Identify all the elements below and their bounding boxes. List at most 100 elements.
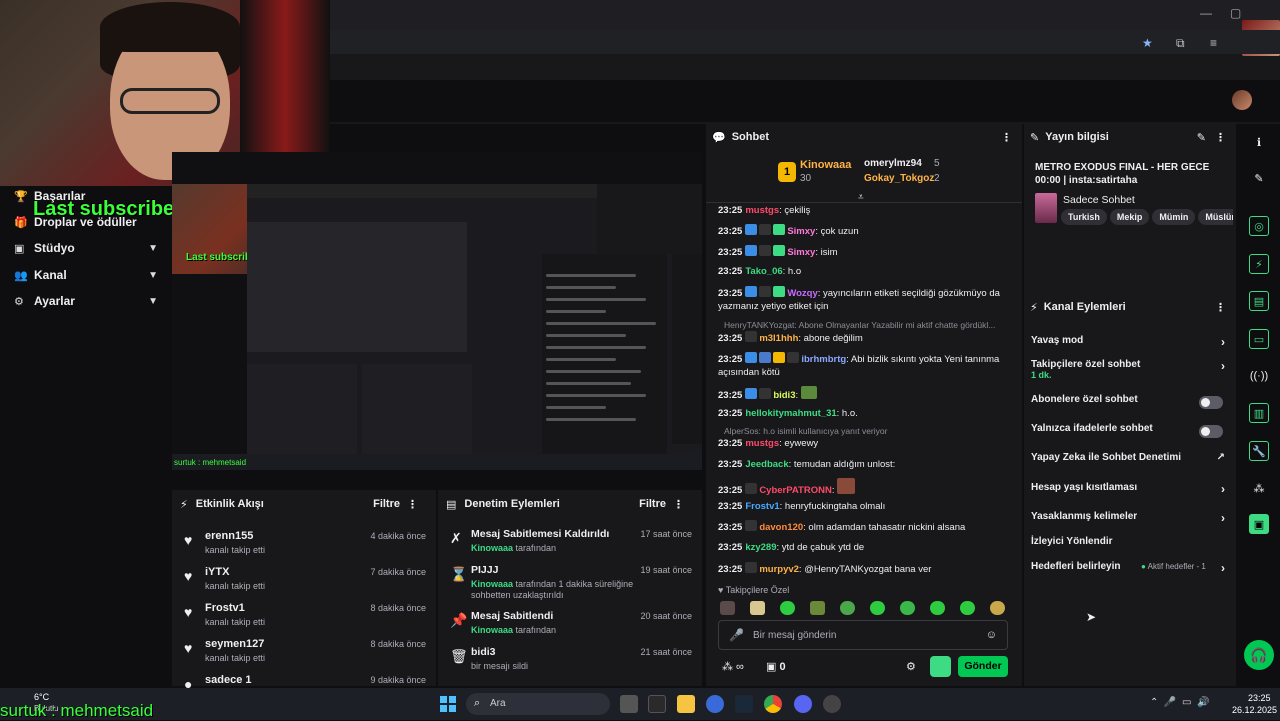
emote[interactable] bbox=[930, 601, 945, 615]
app-icon[interactable] bbox=[823, 695, 841, 713]
sidebar-item-studio[interactable]: ▣ Stüdyo ▼ bbox=[0, 236, 172, 260]
chat-message[interactable]: 23:25 kzy289: ytd de çabuk ytd de bbox=[718, 541, 1010, 554]
bot-icon[interactable] bbox=[930, 656, 951, 677]
extensions-icon[interactable]: ⧉ bbox=[1176, 36, 1185, 51]
chat-message[interactable]: 23:25 murpyv2: @HenryTANKyozgat bana ver bbox=[718, 562, 1010, 576]
extension-icon[interactable]: ▣ bbox=[1249, 514, 1269, 534]
tag[interactable]: Mekip bbox=[1109, 209, 1150, 225]
star-icon[interactable]: ★ bbox=[1142, 36, 1153, 50]
tag[interactable]: Mümin bbox=[1152, 209, 1196, 225]
gear-icon[interactable]: ⚙ bbox=[906, 660, 916, 673]
tag[interactable]: Turkish bbox=[1061, 209, 1107, 225]
chat-message[interactable]: 23:25 Frostv1: henryfuckingtaha olmalı bbox=[718, 500, 1010, 513]
chrome-icon[interactable] bbox=[764, 695, 782, 713]
chat-message[interactable]: 23:25 Simxy: isim bbox=[718, 245, 1010, 259]
leaderboard-first[interactable]: Kinowaaa bbox=[800, 159, 851, 171]
list-item[interactable]: ✗ Mesaj Sabitlemesi Kaldırıldı Kinowaaa ta… bbox=[438, 526, 702, 566]
chat-message[interactable]: 23:25 Wozqy: yayıncıların etiketi seçildi… bbox=[718, 286, 1010, 313]
chat-message[interactable]: 23:25 CyberPATRONN: bbox=[718, 478, 1010, 497]
emoji-icon[interactable]: ☺ bbox=[986, 629, 997, 641]
emote[interactable] bbox=[840, 601, 855, 615]
tray-icons[interactable]: ⌃ 🎤 ▭ 🔊 bbox=[1150, 697, 1209, 708]
list-item[interactable]: ♥ seymen127 kanalı takip etti 8 dakika önce bbox=[172, 634, 436, 670]
emote[interactable] bbox=[870, 601, 885, 615]
emote[interactable] bbox=[720, 601, 735, 615]
tag[interactable]: Müslüm bbox=[1198, 209, 1233, 225]
action-slow-mode[interactable]: Yavaş mod › bbox=[1031, 335, 1229, 357]
list-item[interactable]: ♥ iYTX kanalı takip etti 7 dakika önce bbox=[172, 562, 436, 598]
clip-icon[interactable]: ◎ bbox=[1249, 216, 1269, 236]
infinity-icon[interactable]: ⁂ ∞ bbox=[722, 660, 744, 673]
leaderboard-second[interactable]: omerylmz94 bbox=[864, 158, 922, 169]
list-item[interactable]: 🗑 bidi3 bir mesajı sildi 21 saat önce bbox=[438, 644, 702, 684]
windows-start-icon[interactable] bbox=[440, 696, 456, 712]
info-icon[interactable]: ℹ bbox=[1249, 132, 1269, 152]
folder-icon[interactable] bbox=[677, 695, 695, 713]
sidebar-item-settings[interactable]: ⚙ Ayarlar ▼ bbox=[0, 289, 172, 313]
list-item[interactable]: 📌 Mesaj Sabitlendi Kinowaaa tarafından 20 s… bbox=[438, 608, 702, 648]
sidebar-item-channel[interactable]: 👥 Kanal ▼ bbox=[0, 263, 172, 287]
emote[interactable] bbox=[810, 601, 825, 615]
emote[interactable] bbox=[900, 601, 915, 615]
action-subscribers-only[interactable]: Abonelere özel sohbet bbox=[1031, 394, 1229, 416]
maximize-icon[interactable]: ▢ bbox=[1230, 6, 1241, 20]
chat-message[interactable]: 23:25 Simxy: çok uzun bbox=[718, 224, 1010, 238]
send-button[interactable]: Gönder bbox=[958, 656, 1008, 677]
more-options-icon[interactable]: ⋮ bbox=[407, 498, 418, 511]
avatar[interactable] bbox=[1232, 90, 1252, 110]
leaderboard-third[interactable]: Gokay_Tokgoz bbox=[864, 173, 934, 184]
broadcast-icon[interactable]: ((·)) bbox=[1249, 366, 1269, 386]
chat-message[interactable]: 23:25 Tako_06: h.o bbox=[718, 265, 1010, 278]
lightning-icon[interactable]: ⚡ bbox=[1249, 254, 1269, 274]
address-bar[interactable] bbox=[330, 30, 1280, 54]
list-item[interactable]: ♥ erenn155 kanalı takip etti 4 dakika önce bbox=[172, 526, 436, 562]
emote[interactable] bbox=[750, 601, 765, 615]
action-raid[interactable]: İzleyici Yönlendir bbox=[1031, 536, 1229, 558]
layout-icon[interactable]: ▥ bbox=[1249, 403, 1269, 423]
action-goals[interactable]: Hedefleri belirleyin ● Aktif hedefler - 1… bbox=[1031, 561, 1229, 583]
chat-message[interactable]: 23:25 mustgs: çekiliş bbox=[718, 204, 1010, 217]
chat-message[interactable]: 23:25 bidi3: bbox=[718, 386, 1010, 402]
chat-message[interactable]: 23:25 Jeedback: temudan aldığım unlost: bbox=[718, 458, 1010, 471]
dots-icon[interactable]: ⁂ bbox=[1249, 478, 1269, 498]
emote-only-toggle[interactable] bbox=[1199, 425, 1223, 438]
menu-icon[interactable]: ≡ bbox=[1210, 36, 1217, 50]
action-banned-words[interactable]: Yasaklanmış kelimeler › bbox=[1031, 511, 1229, 533]
list-item[interactable]: ⌛ PIJJJ Kinowaaa tarafından 1 dakika sürel… bbox=[438, 562, 702, 602]
discord-icon[interactable] bbox=[794, 695, 812, 713]
more-options-icon[interactable]: ⋮ bbox=[1215, 301, 1226, 314]
chat-icon[interactable]: ▭ bbox=[1249, 329, 1269, 349]
emote[interactable] bbox=[960, 601, 975, 615]
chat-message[interactable]: 23:25 davon120: olm adamdan tahasatır nic… bbox=[718, 520, 1010, 534]
filter-button[interactable]: Filtre bbox=[373, 498, 400, 510]
chat-message[interactable]: 23:25 m3l1hhh: abone değilim bbox=[718, 331, 1010, 345]
more-options-icon[interactable]: ⋮ bbox=[1215, 131, 1226, 144]
app-icon[interactable] bbox=[706, 695, 724, 713]
app-icon[interactable] bbox=[648, 695, 666, 713]
subscribers-only-toggle[interactable] bbox=[1199, 396, 1223, 409]
clock-time[interactable]: 23:25 bbox=[1248, 693, 1271, 703]
emote[interactable] bbox=[990, 601, 1005, 615]
chat-message[interactable]: 23:25 ibrhmbrtg: Abi bizlik sıkıntı yokta… bbox=[718, 352, 1010, 379]
document-icon[interactable]: ▤ bbox=[1249, 291, 1269, 311]
channel-points[interactable]: ▣ 0 bbox=[766, 660, 786, 673]
action-account-age[interactable]: Hesap yaşı kısıtlaması › bbox=[1031, 482, 1229, 504]
task-view-icon[interactable] bbox=[620, 695, 638, 713]
chat-input[interactable]: 🎤 Bir mesaj gönderin ☺ bbox=[718, 620, 1008, 650]
action-ai-moderation[interactable]: Yapay Zeka ile Sohbet Denetimi ↗ bbox=[1031, 452, 1229, 474]
edit-icon[interactable]: ✎ bbox=[1197, 131, 1206, 144]
list-item[interactable]: ♥ Frostv1 kanalı takip etti 8 dakika önce bbox=[172, 598, 436, 634]
mic-icon[interactable]: 🎤 bbox=[729, 628, 744, 642]
minimize-icon[interactable]: — bbox=[1200, 6, 1212, 20]
wrench-icon[interactable]: 🔧 bbox=[1249, 441, 1269, 461]
action-emote-only[interactable]: Yalnızca ifadelerle sohbet bbox=[1031, 423, 1229, 445]
action-followers-only[interactable]: Takipçilere özel sohbet 1 dk. › bbox=[1031, 359, 1229, 381]
taskbar-search[interactable]: ⌕ Ara bbox=[466, 693, 610, 715]
steam-icon[interactable] bbox=[735, 695, 753, 713]
filter-button[interactable]: Filtre bbox=[639, 498, 666, 510]
pencil-icon[interactable]: ✎ bbox=[1249, 168, 1269, 188]
chat-message[interactable]: 23:25 mustgs: eywewy bbox=[718, 437, 1010, 450]
emote[interactable] bbox=[780, 601, 795, 615]
more-options-icon[interactable]: ⋮ bbox=[673, 498, 684, 511]
headset-icon[interactable]: 🎧 bbox=[1244, 640, 1274, 670]
